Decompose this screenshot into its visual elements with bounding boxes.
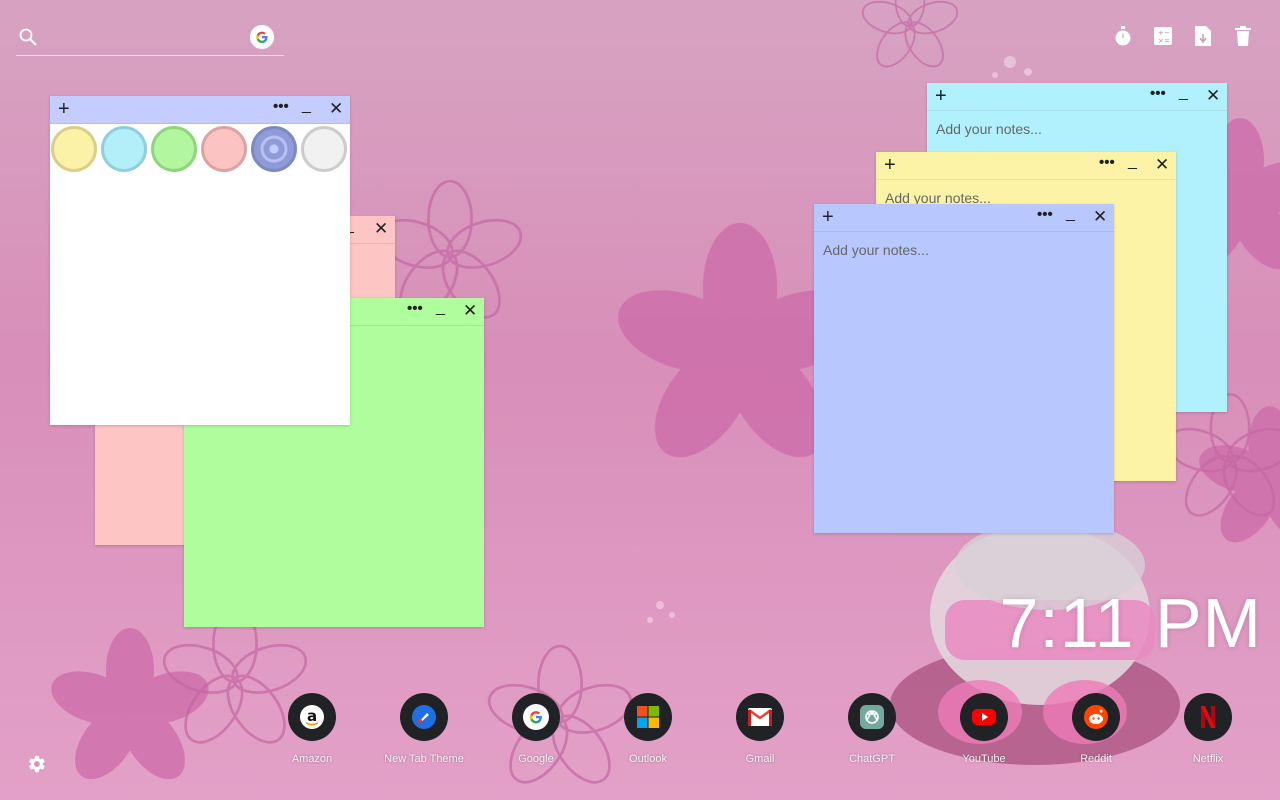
minimize-button[interactable]: _	[302, 97, 311, 115]
minimize-button[interactable]: _	[436, 299, 445, 317]
app-outlook[interactable]: Outlook	[604, 693, 692, 765]
more-options-button[interactable]: •••	[273, 98, 289, 115]
app-label: ChatGPT	[849, 753, 895, 765]
swatch-gray[interactable]	[301, 126, 347, 172]
microsoft-icon	[624, 693, 672, 741]
search-icon	[19, 28, 37, 46]
add-note-button[interactable]: +	[58, 98, 70, 120]
close-button[interactable]: ✕	[1206, 86, 1220, 106]
gmail-icon	[736, 693, 784, 741]
app-chatgpt[interactable]: ChatGPT	[828, 693, 916, 765]
trash-icon[interactable]	[1232, 24, 1254, 48]
note-header: + ••• _ ✕	[50, 96, 350, 124]
app-amazon[interactable]: a Amazon	[268, 693, 356, 765]
app-label: Amazon	[291, 753, 333, 765]
google-icon	[512, 693, 560, 741]
app-label: Outlook	[629, 753, 667, 765]
svg-text:×: ×	[1158, 37, 1164, 45]
sticky-note-blue[interactable]: + ••• _ ✕	[814, 204, 1114, 533]
swatch-green[interactable]	[151, 126, 197, 172]
note-header: + ••• _ ✕	[876, 152, 1176, 180]
app-label: Gmail	[745, 753, 775, 765]
app-netflix[interactable]: Netflix	[1164, 693, 1252, 765]
app-label: Google	[518, 753, 554, 765]
app-gmail[interactable]: Gmail	[716, 693, 804, 765]
calculator-icon[interactable]: + − × =	[1152, 24, 1174, 48]
app-label: New Tab Theme	[384, 753, 464, 765]
new-tab-theme-icon	[400, 693, 448, 741]
close-button[interactable]: ✕	[329, 99, 343, 119]
gear-icon[interactable]	[25, 753, 47, 775]
notes-icon[interactable]	[1192, 24, 1214, 48]
search-input[interactable]	[46, 26, 246, 50]
swatch-blue-selected[interactable]	[251, 126, 297, 172]
close-button[interactable]: ✕	[1155, 155, 1169, 175]
swatch-cyan[interactable]	[101, 126, 147, 172]
app-label: Reddit	[1080, 753, 1112, 765]
app-new-tab-theme[interactable]: New Tab Theme	[380, 693, 468, 765]
svg-text:a: a	[307, 707, 317, 725]
add-note-button[interactable]: +	[935, 85, 947, 107]
timer-icon[interactable]	[1112, 24, 1134, 48]
toolbar: + − × =	[1112, 24, 1254, 48]
app-youtube[interactable]: YouTube	[940, 693, 1028, 765]
clock: 7:11 PM	[999, 584, 1262, 662]
close-button[interactable]: ✕	[463, 301, 477, 321]
app-reddit[interactable]: Reddit	[1052, 693, 1140, 765]
app-dock: a Amazon New Tab Theme Google Outlook Gm	[268, 693, 1268, 773]
note-header: + ••• _ ✕	[927, 83, 1227, 111]
svg-text:−: −	[1164, 29, 1170, 37]
swatch-pink[interactable]	[201, 126, 247, 172]
app-label: Netflix	[1192, 753, 1224, 765]
sticky-note-color-picker[interactable]: + ••• _ ✕	[50, 96, 350, 425]
note-textarea[interactable]	[814, 233, 1114, 533]
search-bar[interactable]	[16, 22, 284, 56]
netflix-icon	[1184, 693, 1232, 741]
close-button[interactable]: ✕	[1093, 207, 1107, 227]
color-swatches	[51, 126, 347, 172]
youtube-icon	[960, 693, 1008, 741]
close-button[interactable]: ✕	[374, 219, 388, 239]
add-note-button[interactable]: +	[884, 154, 896, 176]
app-label: YouTube	[962, 753, 1006, 765]
add-note-button[interactable]: +	[822, 206, 834, 228]
minimize-button[interactable]: _	[1179, 84, 1188, 102]
note-header: + ••• _ ✕	[814, 204, 1114, 232]
more-options-button[interactable]: •••	[1150, 85, 1166, 102]
minimize-button[interactable]: _	[1066, 205, 1075, 223]
svg-text:=: =	[1164, 37, 1170, 45]
reddit-icon	[1072, 693, 1120, 741]
more-options-button[interactable]: •••	[1099, 154, 1115, 171]
swatch-yellow[interactable]	[51, 126, 97, 172]
amazon-icon: a	[288, 693, 336, 741]
app-google[interactable]: Google	[492, 693, 580, 765]
minimize-button[interactable]: _	[1128, 153, 1137, 171]
more-options-button[interactable]: •••	[1037, 206, 1053, 223]
more-options-button[interactable]: •••	[407, 300, 423, 317]
google-icon[interactable]	[250, 25, 274, 49]
chatgpt-icon	[848, 693, 896, 741]
